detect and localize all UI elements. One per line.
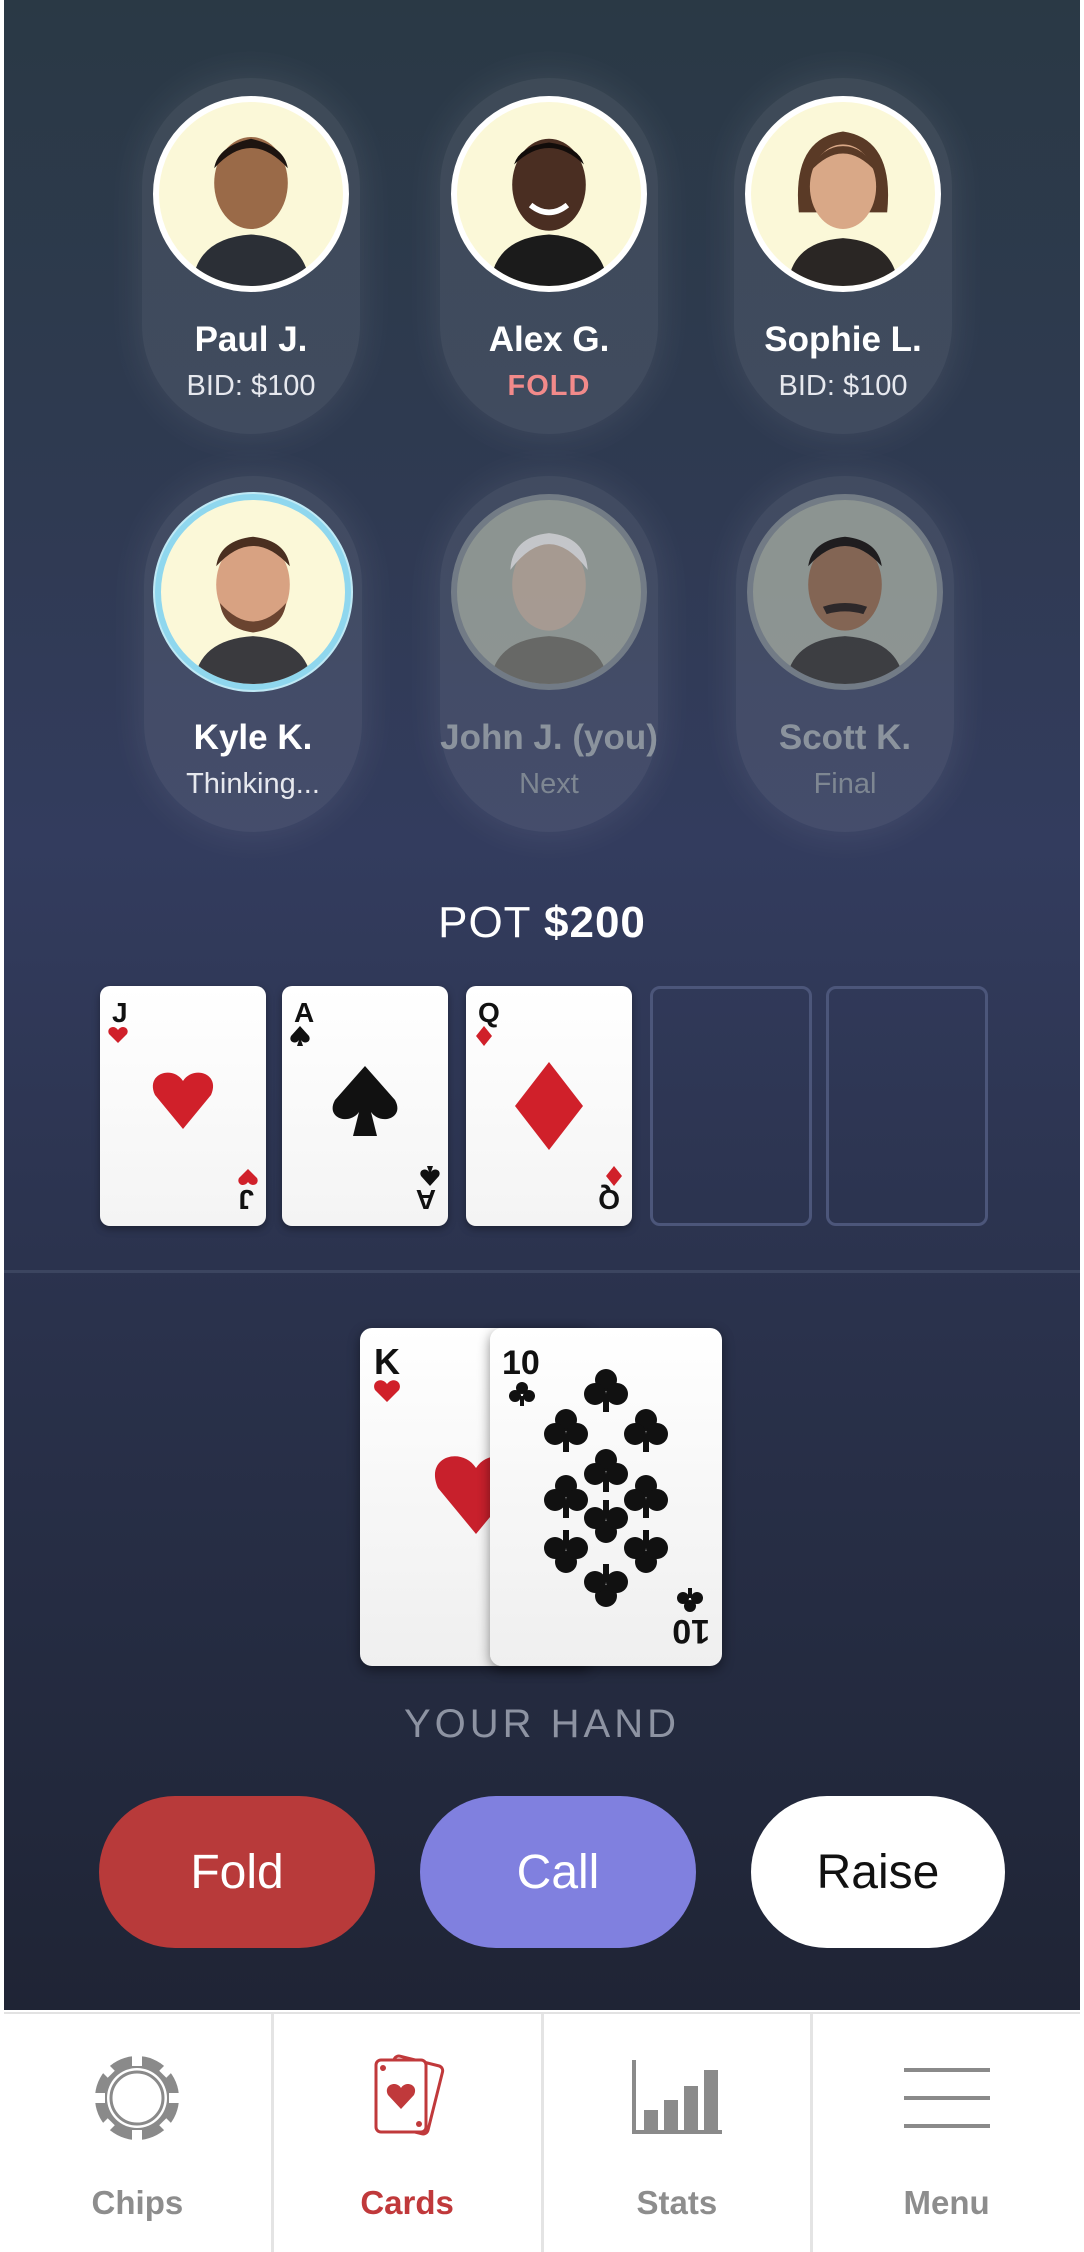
hand-card-ten-clubs[interactable]: 10 10 [490,1328,722,1666]
player-avatar [451,96,647,292]
cards-icon [352,2050,462,2160]
nav-label: Menu [903,2184,990,2221]
empty-card-slot-turn [650,986,812,1226]
bar-chart-icon [622,2050,732,2160]
player-name: Kyle K. [193,718,313,757]
community-card-queen-diamonds: Q Q [466,986,632,1226]
card-rank: 10 [502,1344,540,1382]
player-avatar [745,96,941,292]
card-rank: Q [478,997,500,1028]
player-seat-scott[interactable]: Scott K. Final [736,476,954,832]
nav-item-stats[interactable]: Stats [544,2014,814,2252]
call-button[interactable]: Call [420,1796,696,1948]
nav-item-chips[interactable]: Chips [4,2014,274,2252]
player-avatar [451,494,647,690]
player-name: Alex G. [488,320,610,359]
nav-label: Cards [360,2184,454,2221]
player-status: FOLD [507,370,591,402]
player-status: Next [519,768,579,800]
card-rank: A [294,997,314,1028]
player-status: Final [813,768,877,800]
svg-text:10: 10 [672,1612,710,1650]
player-seat-alex[interactable]: Alex G. FOLD [440,78,658,434]
player-avatar [153,96,349,292]
bottom-navigation: Chips Cards Stats Menu [4,2012,1080,2252]
player-status: BID: $100 [778,370,908,402]
pot-label: POT [438,898,531,947]
chip-icon [82,2050,192,2160]
player-name: Scott K. [778,718,912,757]
nav-item-menu[interactable]: Menu [813,2014,1080,2252]
table-divider [4,1270,1080,1273]
player-seat-paul[interactable]: Paul J. BID: $100 [142,78,360,434]
player-status: BID: $100 [186,370,316,402]
player-seat-kyle[interactable]: Kyle K. Thinking... [144,476,362,832]
hamburger-menu-icon [892,2050,1002,2160]
card-rank: J [112,997,128,1028]
empty-card-slot-river [826,986,988,1226]
card-rank: K [374,1341,400,1382]
player-name: Sophie L. [764,320,922,359]
player-seat-sophie[interactable]: Sophie L. BID: $100 [734,78,952,434]
svg-text:Q: Q [598,1184,620,1215]
poker-table: Paul J. BID: $100 Alex G. FOLD Sophie L.… [4,0,1080,2010]
svg-text:J: J [238,1184,254,1215]
community-card-ace-spades: A A [282,986,448,1226]
nav-label: Stats [636,2184,718,2221]
pot-display: POT $200 [4,898,1080,948]
player-seat-john-you[interactable]: John J. (you) Next [440,476,658,832]
player-name: Paul J. [194,320,308,359]
player-avatar [155,494,351,690]
your-hand-label: YOUR HAND [403,1702,681,1746]
nav-label: Chips [91,2184,184,2221]
pot-amount: $200 [544,898,646,947]
raise-button[interactable]: Raise [751,1796,1005,1948]
player-status: Thinking... [186,768,320,800]
community-card-jack-hearts: J J [100,986,266,1226]
fold-button[interactable]: Fold [99,1796,375,1948]
svg-text:A: A [416,1184,436,1215]
nav-item-cards[interactable]: Cards [274,2014,544,2252]
player-avatar [747,494,943,690]
player-name: John J. (you) [440,718,658,757]
